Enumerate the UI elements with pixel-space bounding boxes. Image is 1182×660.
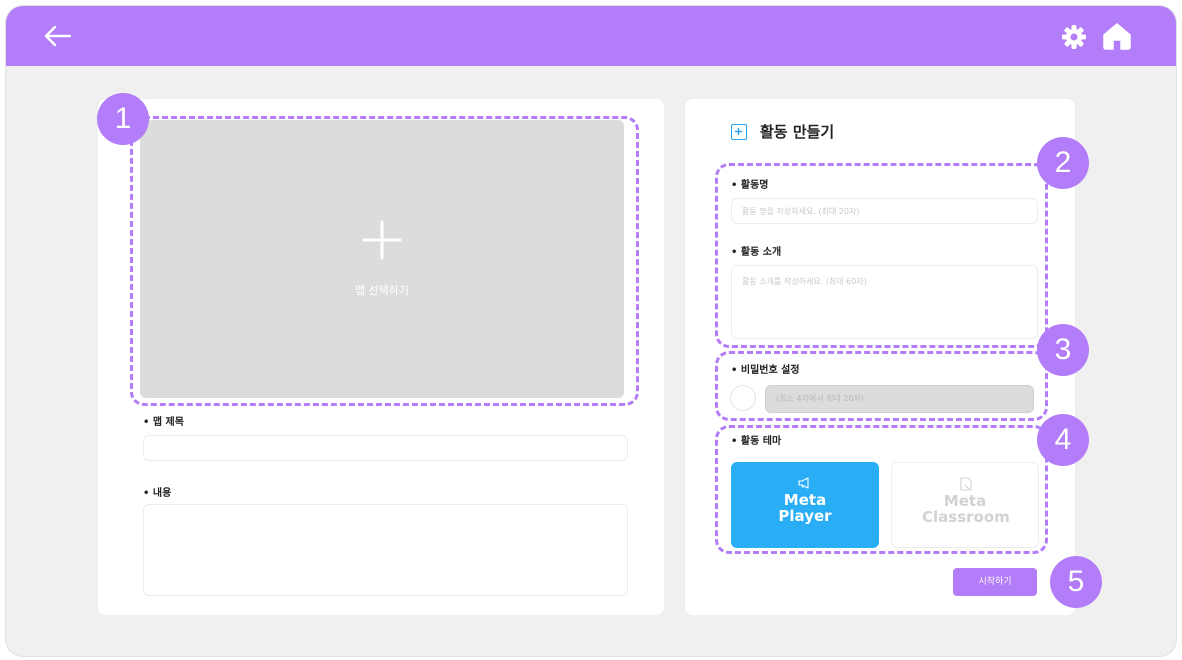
step-badge-3: 3 <box>1037 324 1089 376</box>
map-title-label: • 맵 제목 <box>143 417 184 428</box>
highlight-region-4 <box>715 425 1048 554</box>
highlight-region-1 <box>130 116 639 406</box>
content-textarea[interactable] <box>143 504 628 596</box>
content-label: • 내용 <box>143 488 172 499</box>
step-badge-5: 5 <box>1050 556 1102 608</box>
start-button[interactable]: 시작하기 <box>953 568 1037 596</box>
top-bar <box>6 6 1176 66</box>
gear-icon[interactable] <box>1060 23 1088 51</box>
step-badge-4: 4 <box>1037 414 1089 466</box>
panel-title: 활동 만들기 <box>760 123 835 141</box>
add-box-icon <box>731 124 747 140</box>
step-badge-2: 2 <box>1037 137 1089 189</box>
home-icon[interactable] <box>1101 21 1133 51</box>
highlight-region-2 <box>715 163 1048 348</box>
map-title-input[interactable] <box>143 435 628 461</box>
highlight-region-3 <box>715 351 1048 421</box>
arrow-left-icon[interactable] <box>40 22 76 50</box>
step-badge-1: 1 <box>97 93 149 145</box>
